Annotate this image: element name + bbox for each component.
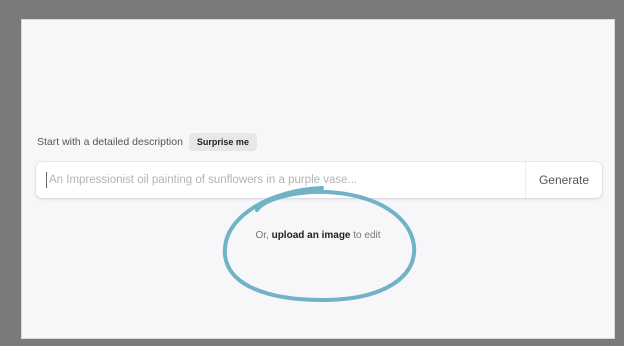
screenshot-frame: Start with a detailed description Surpri… — [0, 0, 624, 346]
app-screen: Start with a detailed description Surpri… — [21, 19, 615, 339]
upload-suffix: to edit — [353, 230, 381, 241]
generate-button[interactable]: Generate — [526, 162, 602, 198]
upload-hint: Or, upload an image to edit — [22, 230, 614, 241]
prompt-label: Start with a detailed description — [37, 136, 183, 148]
prompt-bar: Generate — [36, 162, 602, 198]
prompt-header: Start with a detailed description Surpri… — [37, 133, 257, 151]
upload-prefix: Or, — [255, 230, 269, 241]
upload-image-link[interactable]: upload an image — [272, 230, 351, 241]
prompt-input[interactable] — [46, 172, 525, 188]
hand-drawn-circle — [222, 186, 417, 302]
surprise-me-button[interactable]: Surprise me — [188, 133, 257, 151]
